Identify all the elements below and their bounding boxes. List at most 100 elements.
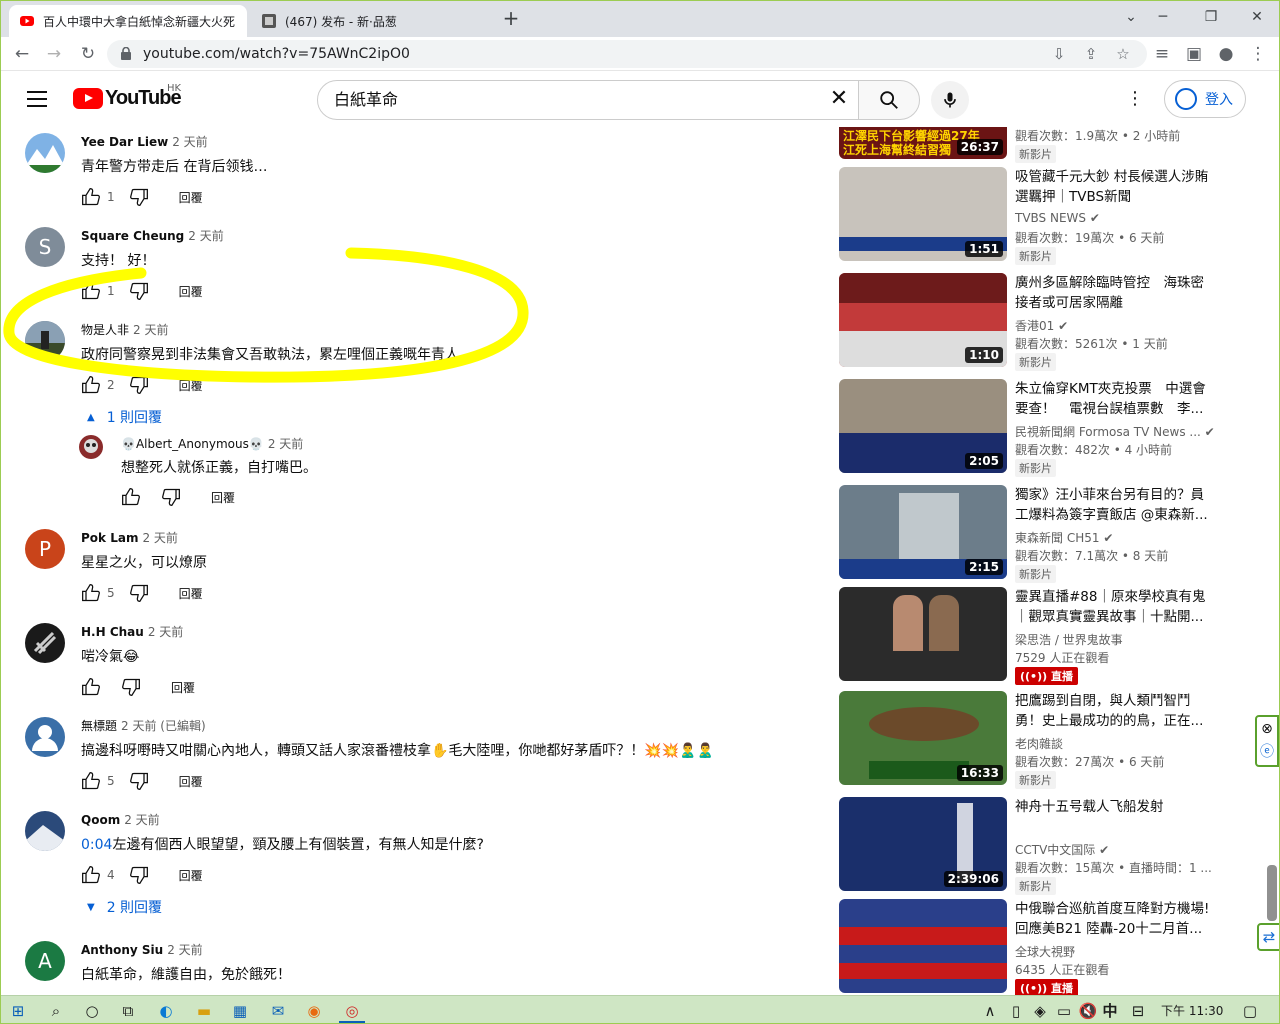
media-control-icon[interactable]: ≡ [1149,41,1175,67]
thumbs-down-icon[interactable] [129,187,149,207]
ime-indicator[interactable]: 中 [1097,999,1123,1023]
forward-arrow-icon[interactable]: → [41,41,67,67]
thumbs-down-icon[interactable] [129,865,149,885]
clear-search-icon[interactable]: ✕ [826,87,852,113]
thumbs-down-icon[interactable] [129,375,149,395]
address-bar[interactable]: youtube.com/watch?v=75AWnC2ipO0 ⇩ ⇪ ☆ [107,40,1147,68]
close-circle-icon[interactable]: ⊗ [1257,717,1277,741]
store-icon[interactable]: ▦ [227,999,253,1023]
edge-browser-icon[interactable]: ◐ [153,999,179,1023]
video-card[interactable]: 靈異直播#88｜原來學校真有鬼｜觀眾真實靈異故事｜十點開... 梁思浩 / 世界… [839,587,1219,685]
video-thumbnail[interactable]: 2:05 [839,379,1007,473]
video-thumbnail[interactable]: 2:15 [839,485,1007,579]
search-icon[interactable]: ⌕ [43,999,69,1023]
reply-button[interactable]: 回覆 [211,489,235,506]
taskbar-clock[interactable]: 下午 11:30 [1161,996,1223,1023]
thumbs-up-icon[interactable] [81,583,101,603]
thumbs-up-icon[interactable] [81,771,101,791]
firefox-icon[interactable]: ◉ [301,999,327,1023]
video-card[interactable]: 2:39:06 神舟十五号载人飞船发射 CCTV中文国际 ✔ 觀看次數：15萬次… [839,797,1219,895]
tab-youtube[interactable]: 百人中環中大拿白紙悼念新疆大火死 × [9,5,247,52]
reply-button[interactable]: 回覆 [179,377,203,394]
reply-button[interactable]: 回覆 [171,679,195,696]
new-tab-button[interactable]: + [499,7,523,31]
avatar[interactable] [25,321,65,361]
thumbs-up-icon[interactable] [81,375,101,395]
side-panel-icon[interactable]: ▣ [1181,41,1207,67]
video-thumbnail[interactable]: 16:33 [839,691,1007,785]
install-icon[interactable]: ⇩ [1047,42,1071,66]
view-replies-button[interactable]: ▼ 2 則回覆 [87,897,162,917]
profile-icon[interactable]: ● [1213,41,1239,67]
avatar[interactable] [25,717,65,757]
video-card[interactable]: 1:10 廣州多區解除臨時管控 海珠密接者或可居家隔離 香港01 ✔ 觀看次數：… [839,273,1219,371]
thumbs-up-icon[interactable] [81,677,101,697]
thumbs-up-icon[interactable] [81,865,101,885]
video-card[interactable]: 2:05 朱立倫穿KMT夾克投票 中選會要查！ 電視台誤植票數 李... 民視新… [839,379,1219,477]
cortana-icon[interactable]: ○ [79,999,105,1023]
bookmark-star-icon[interactable]: ☆ [1111,42,1135,66]
translate-widget[interactable]: ⇄ [1257,923,1279,951]
reply-button[interactable]: 回覆 [179,585,203,602]
search-button[interactable] [858,80,920,120]
tray-device-icon[interactable]: ▯ [1003,999,1029,1023]
video-thumbnail[interactable]: 1:10 [839,273,1007,367]
thumbs-up-icon[interactable] [121,487,141,507]
back-arrow-icon[interactable]: ← [9,41,35,67]
avatar[interactable] [79,435,103,459]
tab-pincong[interactable]: (467) 发布 - 新·品葱 × [251,5,491,52]
thumbs-down-icon[interactable] [161,487,181,507]
task-view-icon[interactable]: ⧉ [115,999,141,1023]
reply-button[interactable]: 回覆 [179,773,203,790]
view-replies-button[interactable]: ▲ 1 則回覆 [87,407,162,427]
video-thumbnail[interactable]: 2:39:06 [839,797,1007,891]
windows-start-icon[interactable]: ⊞ [5,999,31,1023]
avatar[interactable] [25,133,65,173]
close-window-icon[interactable]: ✕ [1235,5,1279,29]
mail-icon[interactable]: ✉ [265,999,291,1023]
tray-chevron-icon[interactable]: ∧ [977,999,1003,1023]
video-card[interactable]: 2:15 獨家》汪小菲來台另有目的？員工爆料為簽字賣飯店 @東森新... 東森新… [839,485,1219,583]
video-thumbnail[interactable] [839,587,1007,681]
video-thumbnail[interactable]: 1:51 [839,167,1007,261]
sign-in-button[interactable]: 登入 [1164,80,1246,118]
search-input[interactable]: 白紙革命 ✕ [317,80,859,120]
video-thumbnail[interactable] [839,899,1007,993]
minimize-icon[interactable]: ─ [1141,5,1185,29]
reload-icon[interactable]: ↻ [75,41,101,67]
thumbs-down-icon[interactable] [129,771,149,791]
thumbs-down-icon[interactable] [129,281,149,301]
reply-button[interactable]: 回覆 [179,283,203,300]
e-icon[interactable]: ⓔ [1257,741,1277,763]
restore-icon[interactable]: ❐ [1189,5,1233,29]
voice-search-button[interactable] [931,81,969,119]
page-scrollbar[interactable] [1267,865,1277,921]
file-explorer-icon[interactable]: ▬ [191,999,217,1023]
timestamp-link[interactable]: 0:04 [81,837,112,853]
ime-options-icon[interactable]: ⊟ [1125,999,1151,1023]
settings-menu-icon[interactable]: ⋮ [1125,89,1145,111]
avatar[interactable]: A [25,941,65,981]
reply-button[interactable]: 回覆 [179,867,203,884]
video-card[interactable]: 16:33 把鷹踢到自閉，與人類鬥智鬥勇！史上最成功的的鳥，正在... 老肉雜談… [839,691,1219,789]
thumbs-down-icon[interactable] [121,677,141,697]
thumbs-up-icon[interactable] [81,281,101,301]
avatar[interactable] [25,623,65,663]
hamburger-menu-icon[interactable] [27,91,47,107]
thumbs-up-icon[interactable] [81,187,101,207]
video-card[interactable]: 中俄聯合巡航首度互降對方機場!回應美B21 陸轟-20十二月首... 全球大視野… [839,899,1219,995]
share-icon[interactable]: ⇪ [1079,42,1103,66]
chrome-icon[interactable]: ◎ [339,999,365,1023]
tray-network-icon[interactable]: ▭ [1051,999,1077,1023]
chrome-menu-icon[interactable]: ⋮ [1245,41,1271,67]
notification-icon[interactable]: ▢ [1237,999,1263,1023]
thumbs-down-icon[interactable] [129,583,149,603]
reply-button[interactable]: 回覆 [179,189,203,206]
avatar[interactable]: P [25,529,65,569]
video-thumbnail[interactable]: 江澤民下台影響經過27年 江死上海幫終結習獨 26:37 [839,127,1007,159]
avatar[interactable]: S [25,227,65,267]
video-card[interactable]: 江澤民下台影響經過27年 江死上海幫終結習獨 26:37 觀看次數：1.9萬次 … [839,127,1219,163]
video-card[interactable]: 1:51 吸管藏千元大鈔 村長候選人涉賄選羈押｜TVBS新聞 TVBS NEWS… [839,167,1219,265]
extension-widget[interactable]: ⊗ ⓔ [1255,715,1279,767]
tray-app-icon[interactable]: ◈ [1027,999,1053,1023]
